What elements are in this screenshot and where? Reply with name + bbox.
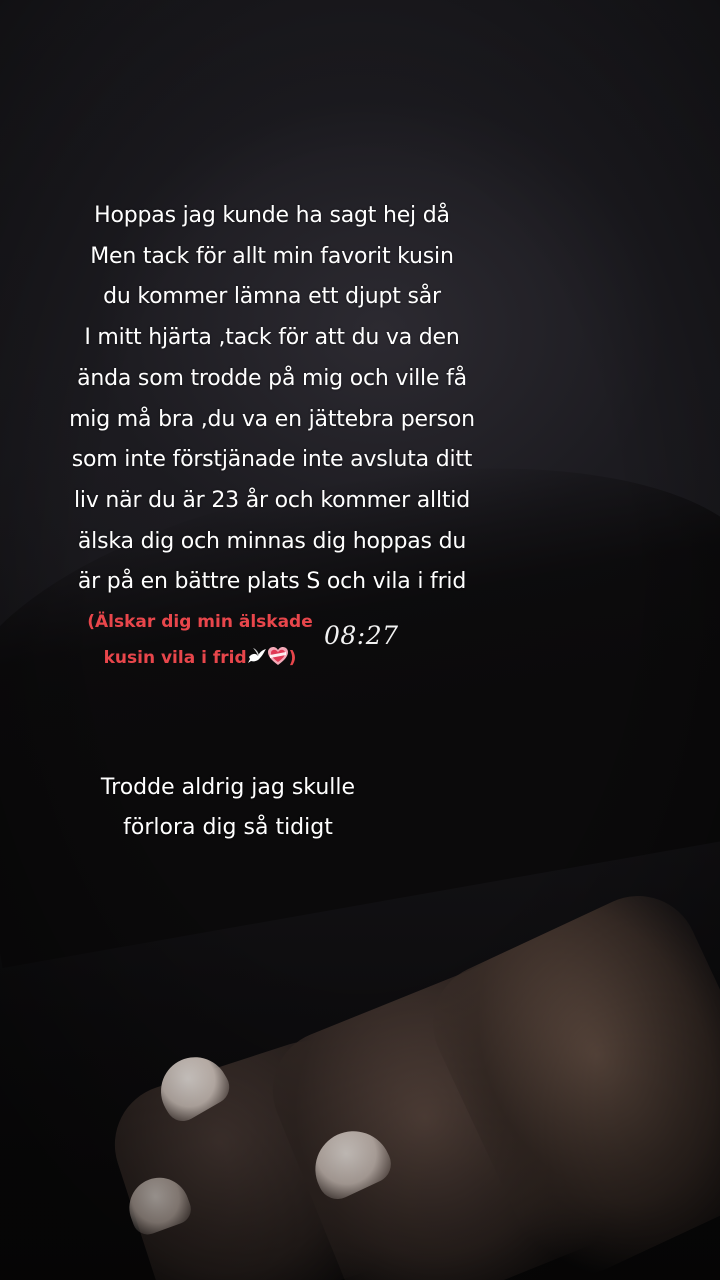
background-finger	[254, 944, 646, 1280]
message-line: älska dig och minnas dig hoppas du	[77, 528, 467, 554]
message-line: ända som trodde på mig och ville få	[77, 365, 467, 391]
message-line: Men tack för allt min favorit kusin	[90, 243, 454, 269]
message-line: som inte förstjänade inte avsluta ditt	[71, 447, 473, 473]
background-fingernail	[302, 1118, 398, 1206]
message-line: liv när du är 23 år och kommer alltid	[74, 487, 470, 513]
message-line: förlora dig så tidigt	[123, 815, 333, 840]
red-message-line-2-text: kusin vila i frid	[103, 648, 247, 668]
timestamp: 08:27	[324, 621, 399, 650]
background-fingernail	[120, 1169, 196, 1239]
message-line: är på en bättre plats S och vila i frid	[77, 569, 467, 595]
message-line: Hoppas jag kunde ha sagt hej då	[94, 203, 450, 228]
red-message-line-2: kusin vila i frid )	[70, 640, 330, 676]
story-canvas: Hoppas jag kunde ha sagt hej då Men tack…	[0, 0, 720, 1280]
dove-icon	[247, 648, 266, 663]
red-message-close-paren: )	[288, 648, 297, 668]
background-fingernail	[148, 1044, 236, 1128]
message-line: I mitt hjärta ,tack för att du va den	[84, 325, 460, 351]
background-finger	[99, 1025, 421, 1280]
message-line: Trodde aldrig jag skulle	[100, 775, 356, 800]
secondary-message-text: Trodde aldrig jag skulle förlora dig så …	[78, 768, 378, 848]
message-line: mig må bra ,du va en jättebra person	[69, 406, 475, 432]
message-line: du kommer lämna ett djupt sår	[103, 284, 441, 310]
main-message-text: Hoppas jag kunde ha sagt hej då Men tack…	[52, 196, 492, 603]
red-message-text: (Älskar dig min älskade kusin vila i fri…	[70, 604, 330, 676]
background-finger	[413, 876, 720, 1280]
heart-icon	[267, 647, 288, 665]
red-message-line-1: (Älskar dig min älskade	[87, 612, 313, 632]
